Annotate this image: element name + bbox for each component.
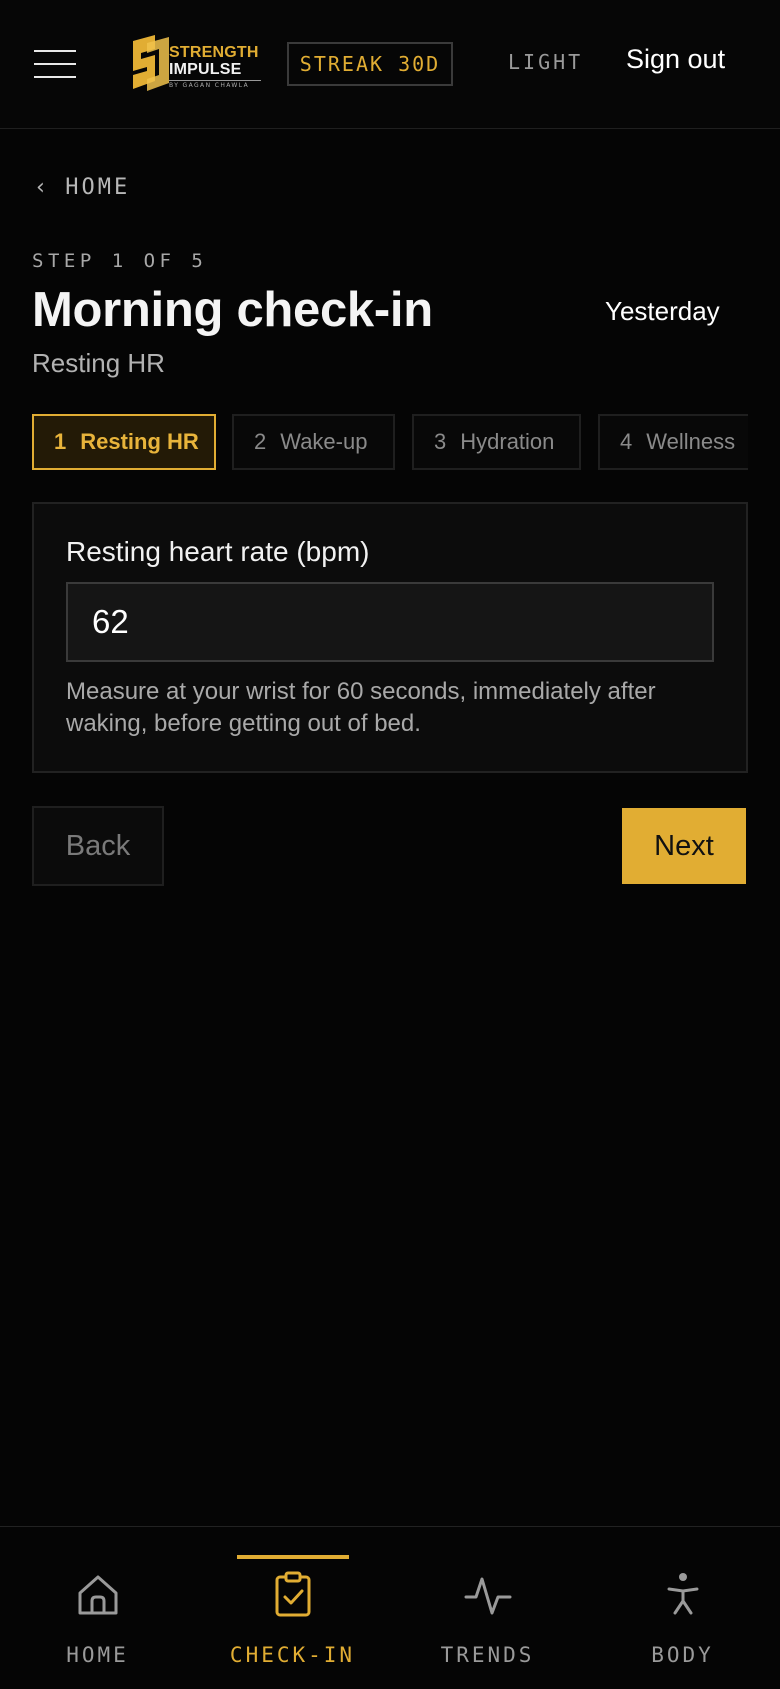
tab-number: 1 <box>54 429 67 454</box>
activity-pulse-icon <box>464 1577 511 1615</box>
nav-label: CHECK-IN <box>229 1643 356 1667</box>
nav-label: BODY <box>651 1643 714 1667</box>
home-icon <box>78 1575 117 1615</box>
nav-trends[interactable]: TRENDS <box>390 1527 585 1689</box>
tab-number: 4 <box>620 429 633 454</box>
step-tabs: 1 Resting HR 2 Wake-up 3 Hydration 4 Wel… <box>32 414 748 470</box>
chevron-left-icon: ‹ <box>34 175 48 200</box>
tab-number: 2 <box>254 429 267 454</box>
page-subtitle: Resting HR <box>32 348 165 378</box>
nav-label: TRENDS <box>440 1643 535 1667</box>
clipboard-check-icon <box>275 1571 310 1617</box>
logo-line1: STRENGTH <box>169 44 259 61</box>
sign-out-button[interactable]: Sign out <box>626 44 725 75</box>
logo-mark-icon <box>133 35 169 91</box>
back-button[interactable]: Back <box>32 806 164 886</box>
field-help-text: Measure at your wrist for 60 seconds, im… <box>66 678 656 737</box>
nav-check-in[interactable]: CHECK-IN <box>195 1527 390 1689</box>
bottom-nav: HOME CHECK-IN TRENDS BODY <box>0 1526 780 1688</box>
step-indicator: STEP 1 OF 5 <box>32 250 208 272</box>
tab-wake-up[interactable]: 2 Wake-up <box>232 414 395 470</box>
nav-home[interactable]: HOME <box>0 1527 195 1689</box>
nav-body[interactable]: BODY <box>585 1527 780 1689</box>
resting-hr-label: Resting heart rate (bpm) <box>66 536 370 567</box>
active-indicator <box>236 1555 349 1559</box>
resting-hr-input[interactable] <box>66 582 714 662</box>
breadcrumb-label: HOME <box>65 175 131 200</box>
logo-byline: BY GAGAN CHAWLA <box>169 82 250 89</box>
form-card: Resting heart rate (bpm) Measure at your… <box>32 502 748 773</box>
person-icon <box>667 1573 698 1615</box>
tab-label: Wake-up <box>280 429 368 454</box>
tab-resting-hr[interactable]: 1 Resting HR <box>32 414 216 470</box>
logo-wordmark: STRENGTH IMPULSE BY GAGAN CHAWLA <box>169 45 261 89</box>
tab-wellness[interactable]: 4 Wellness <box>598 414 748 470</box>
tab-number: 3 <box>434 429 447 454</box>
breadcrumb-home-link[interactable]: ‹ HOME <box>34 175 130 200</box>
nav-label: HOME <box>66 1643 129 1667</box>
tab-label: Wellness <box>646 429 736 454</box>
tab-label: Hydration <box>460 429 555 454</box>
theme-toggle[interactable]: LIGHT <box>508 50 583 74</box>
streak-badge: STREAK 30D <box>287 42 453 86</box>
next-button[interactable]: Next <box>622 808 746 884</box>
app-header: STRENGTH IMPULSE BY GAGAN CHAWLA STREAK … <box>0 0 780 129</box>
brand-logo[interactable]: STRENGTH IMPULSE BY GAGAN CHAWLA <box>127 35 263 93</box>
logo-line2: IMPULSE <box>169 62 261 81</box>
tab-hydration[interactable]: 3 Hydration <box>412 414 581 470</box>
date-selector[interactable]: Yesterday <box>605 296 720 327</box>
page-title: Morning check-in <box>32 283 433 337</box>
hamburger-menu-icon[interactable] <box>34 50 76 80</box>
tab-label: Resting HR <box>80 429 199 454</box>
